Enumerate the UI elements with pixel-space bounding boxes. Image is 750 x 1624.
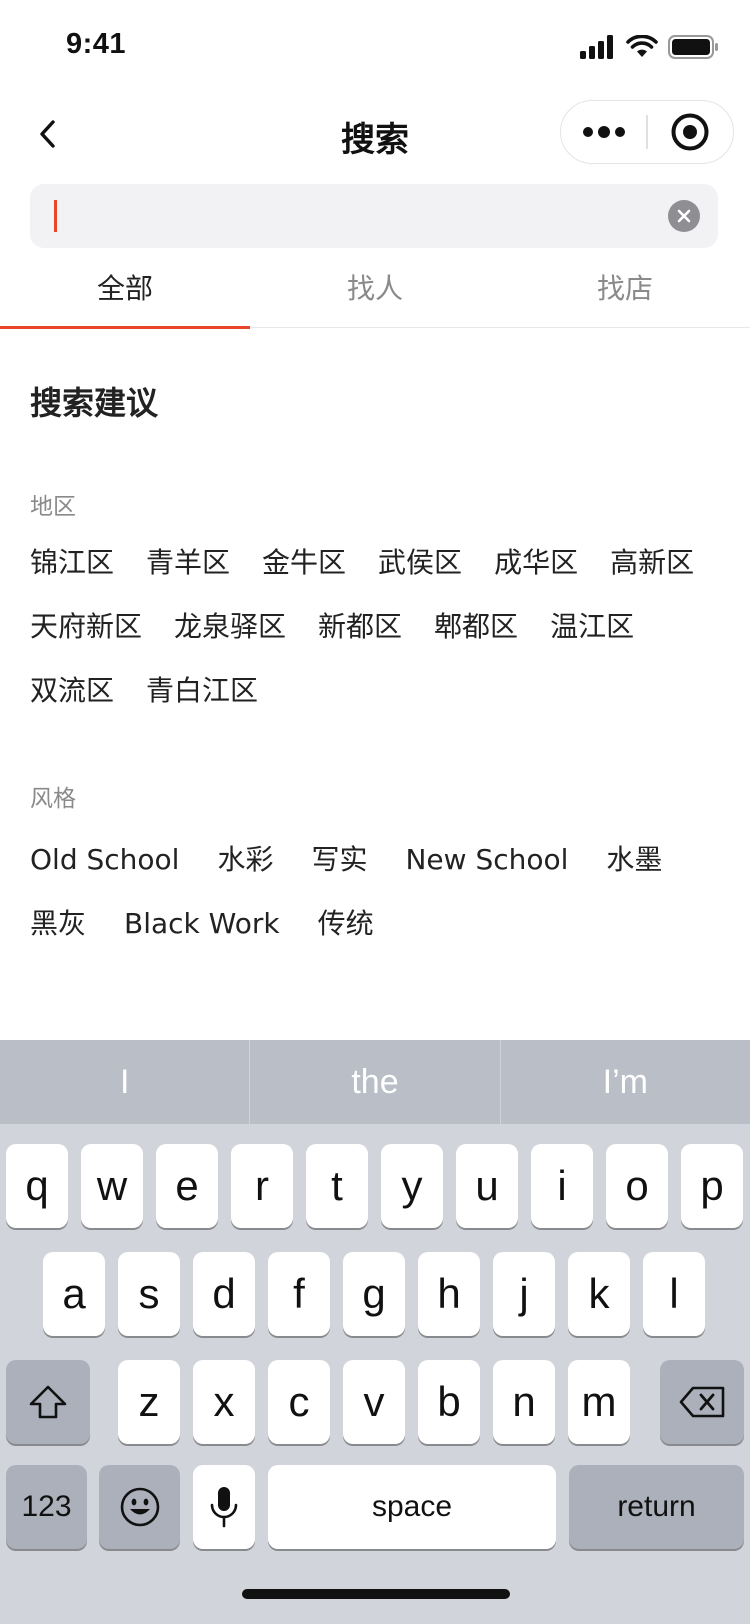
key-s[interactable]: s bbox=[118, 1252, 180, 1336]
region-chip[interactable]: 新都区 bbox=[318, 605, 402, 649]
delete-key[interactable] bbox=[660, 1360, 744, 1444]
search-box bbox=[30, 184, 718, 248]
style-chip[interactable]: 写实 bbox=[311, 838, 367, 882]
search-input[interactable] bbox=[54, 184, 654, 248]
backspace-icon bbox=[679, 1386, 725, 1418]
key-y[interactable]: y bbox=[381, 1144, 443, 1228]
close-icon bbox=[677, 209, 691, 223]
region-chip[interactable]: 龙泉驿区 bbox=[174, 605, 286, 649]
back-button[interactable] bbox=[22, 108, 74, 160]
battery-icon bbox=[668, 35, 718, 59]
emoji-icon bbox=[120, 1487, 159, 1527]
key-p[interactable]: p bbox=[681, 1144, 743, 1228]
key-d[interactable]: d bbox=[193, 1252, 255, 1336]
region-chip[interactable]: 高新区 bbox=[610, 541, 694, 585]
key-i[interactable]: i bbox=[531, 1144, 593, 1228]
key-t[interactable]: t bbox=[306, 1144, 368, 1228]
target-icon bbox=[671, 113, 709, 151]
tab-all[interactable]: 全部 bbox=[0, 250, 250, 329]
style-chip[interactable]: 黑灰 bbox=[30, 902, 86, 946]
text-caret bbox=[54, 200, 57, 232]
region-chip[interactable]: 锦江区 bbox=[30, 541, 114, 585]
style-chip[interactable]: 传统 bbox=[318, 902, 374, 946]
style-chip[interactable]: Black Work bbox=[124, 902, 280, 946]
key-o[interactable]: o bbox=[606, 1144, 668, 1228]
style-chip[interactable]: New School bbox=[405, 838, 568, 882]
chevron-left-icon bbox=[40, 120, 55, 148]
key-c[interactable]: c bbox=[268, 1360, 330, 1444]
more-dots-icon bbox=[582, 126, 625, 138]
key-q[interactable]: q bbox=[6, 1144, 68, 1228]
key-u[interactable]: u bbox=[456, 1144, 518, 1228]
style-chip[interactable]: 水彩 bbox=[217, 838, 273, 882]
search-tabs: 全部 找人 找店 bbox=[0, 250, 750, 329]
key-n[interactable]: n bbox=[493, 1360, 555, 1444]
key-e[interactable]: e bbox=[156, 1144, 218, 1228]
predictive-text-bar: I the I’m bbox=[0, 1040, 750, 1124]
region-chip[interactable]: 金牛区 bbox=[262, 541, 346, 585]
shift-key[interactable] bbox=[6, 1360, 90, 1444]
status-time: 9:41 bbox=[66, 28, 127, 60]
key-b[interactable]: b bbox=[418, 1360, 480, 1444]
keyboard: I the I’m q w e r t y u i o p a s d f g … bbox=[0, 1040, 750, 1624]
style-group-label: 风格 bbox=[30, 786, 76, 812]
tab-people[interactable]: 找人 bbox=[250, 250, 500, 327]
clear-search-button[interactable] bbox=[668, 200, 700, 232]
style-chip[interactable]: Old School bbox=[30, 838, 179, 882]
key-k[interactable]: k bbox=[568, 1252, 630, 1336]
prediction-item[interactable]: I’m bbox=[499, 1040, 750, 1124]
region-chip[interactable]: 武侯区 bbox=[378, 541, 462, 585]
prediction-item[interactable]: I bbox=[0, 1040, 249, 1124]
key-r[interactable]: r bbox=[231, 1144, 293, 1228]
shift-icon bbox=[29, 1385, 67, 1419]
close-miniprogram-button[interactable] bbox=[648, 101, 733, 163]
cellular-signal-icon bbox=[580, 35, 613, 59]
wifi-icon bbox=[626, 35, 658, 57]
key-f[interactable]: f bbox=[268, 1252, 330, 1336]
region-chip[interactable]: 双流区 bbox=[30, 669, 114, 713]
home-indicator[interactable] bbox=[242, 1589, 510, 1599]
space-key[interactable]: space bbox=[268, 1465, 556, 1549]
nav-bar: 搜索 bbox=[0, 88, 750, 180]
return-key[interactable]: return bbox=[569, 1465, 744, 1549]
key-m[interactable]: m bbox=[568, 1360, 630, 1444]
region-group-label: 地区 bbox=[30, 494, 76, 520]
region-chip[interactable]: 郫都区 bbox=[434, 605, 518, 649]
microphone-icon bbox=[210, 1487, 238, 1528]
style-chip[interactable]: 水墨 bbox=[606, 838, 662, 882]
tab-shops[interactable]: 找店 bbox=[500, 250, 750, 327]
prediction-item[interactable]: the bbox=[249, 1040, 499, 1124]
key-v[interactable]: v bbox=[343, 1360, 405, 1444]
region-chip[interactable]: 青羊区 bbox=[146, 541, 230, 585]
key-l[interactable]: l bbox=[643, 1252, 705, 1336]
more-button[interactable] bbox=[561, 101, 646, 163]
key-w[interactable]: w bbox=[81, 1144, 143, 1228]
region-chip[interactable]: 青白江区 bbox=[146, 669, 258, 713]
emoji-key[interactable] bbox=[99, 1465, 180, 1549]
mini-program-capsule bbox=[560, 100, 734, 164]
key-a[interactable]: a bbox=[43, 1252, 105, 1336]
dictation-key[interactable] bbox=[193, 1465, 255, 1549]
region-chip[interactable]: 成华区 bbox=[494, 541, 578, 585]
key-x[interactable]: x bbox=[193, 1360, 255, 1444]
region-chip[interactable]: 天府新区 bbox=[30, 605, 142, 649]
style-chip-list: Old School 水彩 写实 New School 水墨 黑灰 Black … bbox=[30, 838, 720, 946]
key-j[interactable]: j bbox=[493, 1252, 555, 1336]
region-chip-list: 锦江区 青羊区 金牛区 武侯区 成华区 高新区 天府新区 龙泉驿区 新都区 郫都… bbox=[30, 541, 720, 713]
key-z[interactable]: z bbox=[118, 1360, 180, 1444]
numbers-key[interactable]: 123 bbox=[6, 1465, 87, 1549]
key-h[interactable]: h bbox=[418, 1252, 480, 1336]
region-chip[interactable]: 温江区 bbox=[550, 605, 634, 649]
key-g[interactable]: g bbox=[343, 1252, 405, 1336]
status-icons bbox=[580, 30, 720, 64]
suggestions-title: 搜索建议 bbox=[30, 384, 159, 422]
status-bar: 9:41 bbox=[0, 0, 750, 88]
